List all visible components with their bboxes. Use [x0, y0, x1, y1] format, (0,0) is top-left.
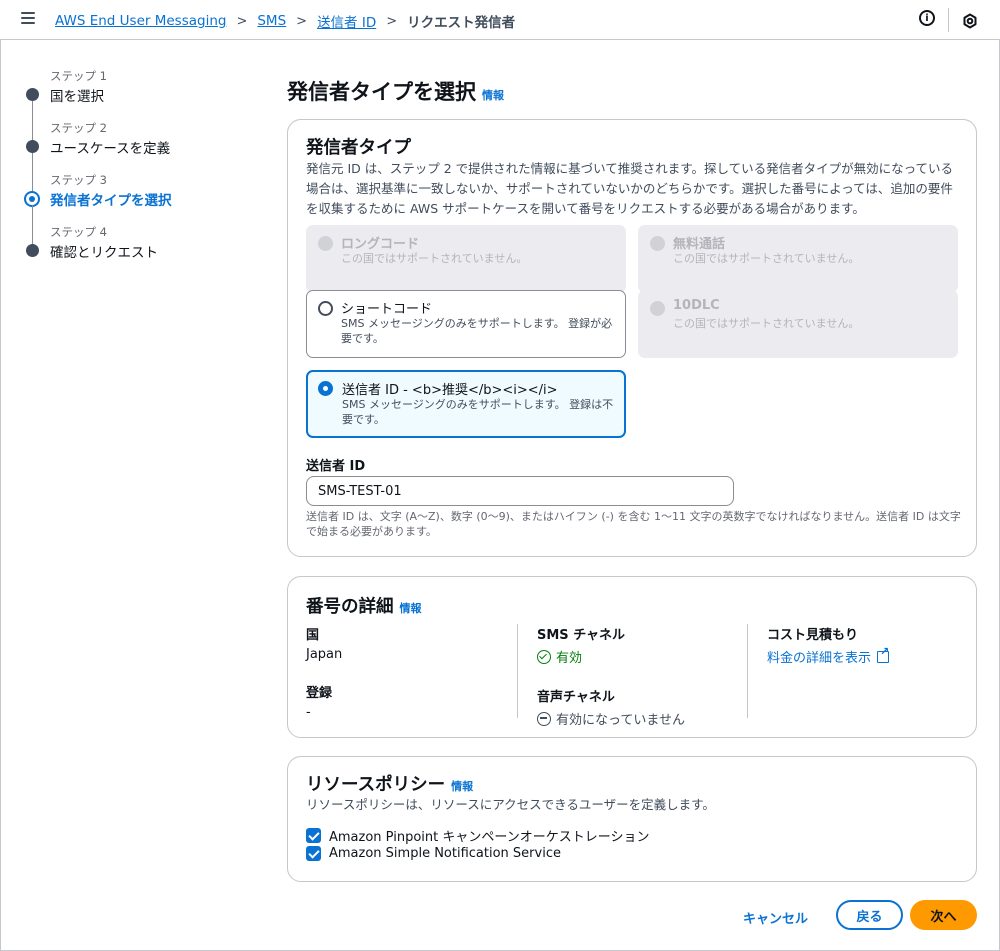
option-short-code[interactable]: ショートコード SMS メッセージングのみをサポートします。 登録が必要です。	[306, 290, 626, 358]
back-button[interactable]: 戻る	[836, 900, 903, 930]
status-stopped-icon	[537, 711, 551, 726]
details-column-cost: コスト見積もり 料金の詳細を表示	[747, 624, 967, 718]
step-1[interactable]: ステップ 1 国を選択	[22, 66, 252, 118]
sender-id-hint: 送信者 ID は、文字 (A〜Z)、数字 (0〜9)、またはハイフン (-) を…	[306, 510, 961, 538]
chevron-right-icon: >	[236, 13, 248, 29]
sender-id-input[interactable]	[306, 476, 734, 506]
step-number: ステップ 3	[50, 173, 107, 187]
country-value: Japan	[306, 647, 343, 662]
cancel-button[interactable]: キャンセル	[733, 903, 818, 931]
step-connector	[32, 205, 33, 244]
step-connector	[32, 101, 33, 140]
option-10dlc: 10DLC この国ではサポートされていません。	[638, 290, 958, 358]
option-label: 送信者 ID - <b>推奨</b><i></i>	[342, 383, 558, 398]
breadcrumb: AWS End User Messaging > SMS > 送信者 ID > …	[55, 11, 515, 31]
checkbox-checked[interactable]	[306, 846, 321, 861]
breadcrumb-link-service[interactable]: AWS End User Messaging	[55, 13, 226, 29]
step-number: ステップ 1	[50, 69, 107, 83]
sms-channel-value: 有効	[537, 647, 737, 666]
radio-button[interactable]	[318, 301, 333, 316]
external-link-icon[interactable]	[877, 645, 889, 663]
step-3[interactable]: ステップ 3 発信者タイプを選択	[22, 153, 252, 222]
toolbar-divider	[948, 8, 949, 32]
card-description: 発信元 ID は、ステップ 2 で提供された情報に基づいて推奨されます。探してい…	[306, 161, 954, 216]
sender-id-label: 送信者 ID	[306, 459, 366, 474]
top-navigation: AWS End User Messaging > SMS > 送信者 ID > …	[0, 0, 1000, 40]
step-2[interactable]: ステップ 2 ユースケースを定義	[22, 101, 252, 170]
step-dot	[26, 140, 39, 153]
next-button[interactable]: 次へ	[910, 900, 977, 930]
checkbox-label: Amazon Pinpoint キャンペーンオーケストレーション	[329, 830, 650, 845]
status-ok-icon	[537, 649, 551, 664]
step-title: 発信者タイプを選択	[50, 193, 172, 209]
info-icon[interactable]: i	[919, 10, 935, 26]
registration-value: -	[306, 705, 311, 720]
info-link[interactable]: 情報	[451, 780, 473, 793]
option-label: 10DLC	[673, 298, 720, 313]
sms-channel-key: SMS チャネル	[537, 628, 626, 643]
radio-button-selected[interactable]	[318, 381, 333, 396]
cost-key: コスト見積もり	[767, 628, 859, 643]
originator-type-card: 発信者タイプ 発信元 ID は、ステップ 2 で提供された情報に基づいて推奨され…	[287, 119, 977, 557]
card-heading: 発信者タイプ	[306, 138, 411, 158]
card-heading: 番号の詳細 情報	[306, 593, 422, 618]
step-connector	[32, 153, 33, 191]
sms-channel-status: 有効	[556, 651, 583, 666]
step-dot	[26, 244, 39, 257]
option-description: SMS メッセージングのみをサポートします。 登録は不要です。	[342, 398, 614, 426]
checkbox-label: Amazon Simple Notification Service	[329, 846, 561, 861]
breadcrumb-current: リクエスト発信者	[407, 15, 516, 31]
card-description: リソースポリシーは、リソースにアクセスできるユーザーを定義します。	[306, 797, 715, 812]
cost-value: 料金の詳細を表示	[767, 645, 967, 667]
info-link[interactable]: 情報	[482, 89, 504, 102]
breadcrumb-link-sms[interactable]: SMS	[257, 13, 286, 29]
chevron-right-icon: >	[386, 13, 398, 29]
step-title: ユースケースを定義	[50, 141, 171, 157]
option-label: ショートコード	[341, 302, 433, 317]
resource-policy-card: リソースポリシー 情報 リソースポリシーは、リソースにアクセスできるユーザーを定義…	[287, 756, 977, 882]
page-title: 発信者タイプを選択 情報	[287, 76, 504, 106]
voice-channel-value: 有効になっていません	[537, 709, 737, 728]
step-title: 国を選択	[50, 89, 104, 105]
radio-button	[650, 301, 665, 316]
radio-button	[650, 236, 665, 251]
pricing-link[interactable]: 料金の詳細を表示	[767, 647, 871, 666]
checkbox-sns[interactable]: Amazon Simple Notification Service	[306, 846, 561, 861]
option-sender-id[interactable]: 送信者 ID - <b>推奨</b><i></i> SMS メッセージングのみを…	[306, 370, 626, 438]
checkbox-checked[interactable]	[306, 828, 321, 843]
voice-channel-key: 音声チャネル	[537, 690, 615, 705]
registration-key: 登録	[306, 686, 333, 701]
step-4: ステップ 4 確認とリクエスト	[22, 205, 252, 274]
step-number: ステップ 2	[50, 121, 107, 135]
step-title: 確認とリクエスト	[50, 245, 158, 261]
page-title-text: 発信者タイプを選択	[287, 80, 476, 104]
card-heading-text: リソースポリシー	[306, 775, 446, 795]
info-link[interactable]: 情報	[400, 602, 422, 615]
number-details-card: 番号の詳細 情報 国 Japan 登録 - SMS チャネル 有効 音声チャネル …	[287, 576, 977, 738]
country-key: 国	[306, 628, 320, 643]
settings-icon[interactable]	[962, 13, 978, 29]
details-column-country: 国 Japan 登録 -	[306, 624, 526, 720]
checkbox-pinpoint[interactable]: Amazon Pinpoint キャンペーンオーケストレーション	[306, 826, 649, 845]
option-label: 無料通話	[673, 237, 726, 252]
step-number: ステップ 4	[50, 225, 107, 239]
option-toll-free: 無料通話 この国ではサポートされていません。	[638, 225, 958, 293]
option-description: この国ではサポートされていません。	[673, 317, 860, 330]
wizard-steps: ステップ 1 国を選択 ステップ 2 ユースケースを定義 ステップ 3 発信者タ…	[22, 66, 252, 274]
step-dot	[26, 88, 39, 101]
breadcrumb-link-sender-id[interactable]: 送信者 ID	[317, 11, 376, 31]
option-long-code: ロングコード この国ではサポートされていません。	[306, 225, 626, 293]
details-column-channels: SMS チャネル 有効 音声チャネル 有効になっていません	[517, 624, 737, 728]
option-description: SMS メッセージングのみをサポートします。 登録が必要です。	[341, 317, 613, 345]
voice-channel-status: 有効になっていません	[556, 713, 685, 728]
chevron-right-icon: >	[296, 13, 308, 29]
radio-button	[318, 236, 333, 251]
option-description: この国ではサポートされていません。	[341, 252, 528, 265]
card-heading-text: 番号の詳細	[306, 597, 394, 617]
card-heading: リソースポリシー 情報	[306, 771, 473, 796]
option-label: ロングコード	[341, 237, 420, 252]
option-description: この国ではサポートされていません。	[673, 252, 860, 265]
menu-icon[interactable]	[21, 12, 35, 24]
